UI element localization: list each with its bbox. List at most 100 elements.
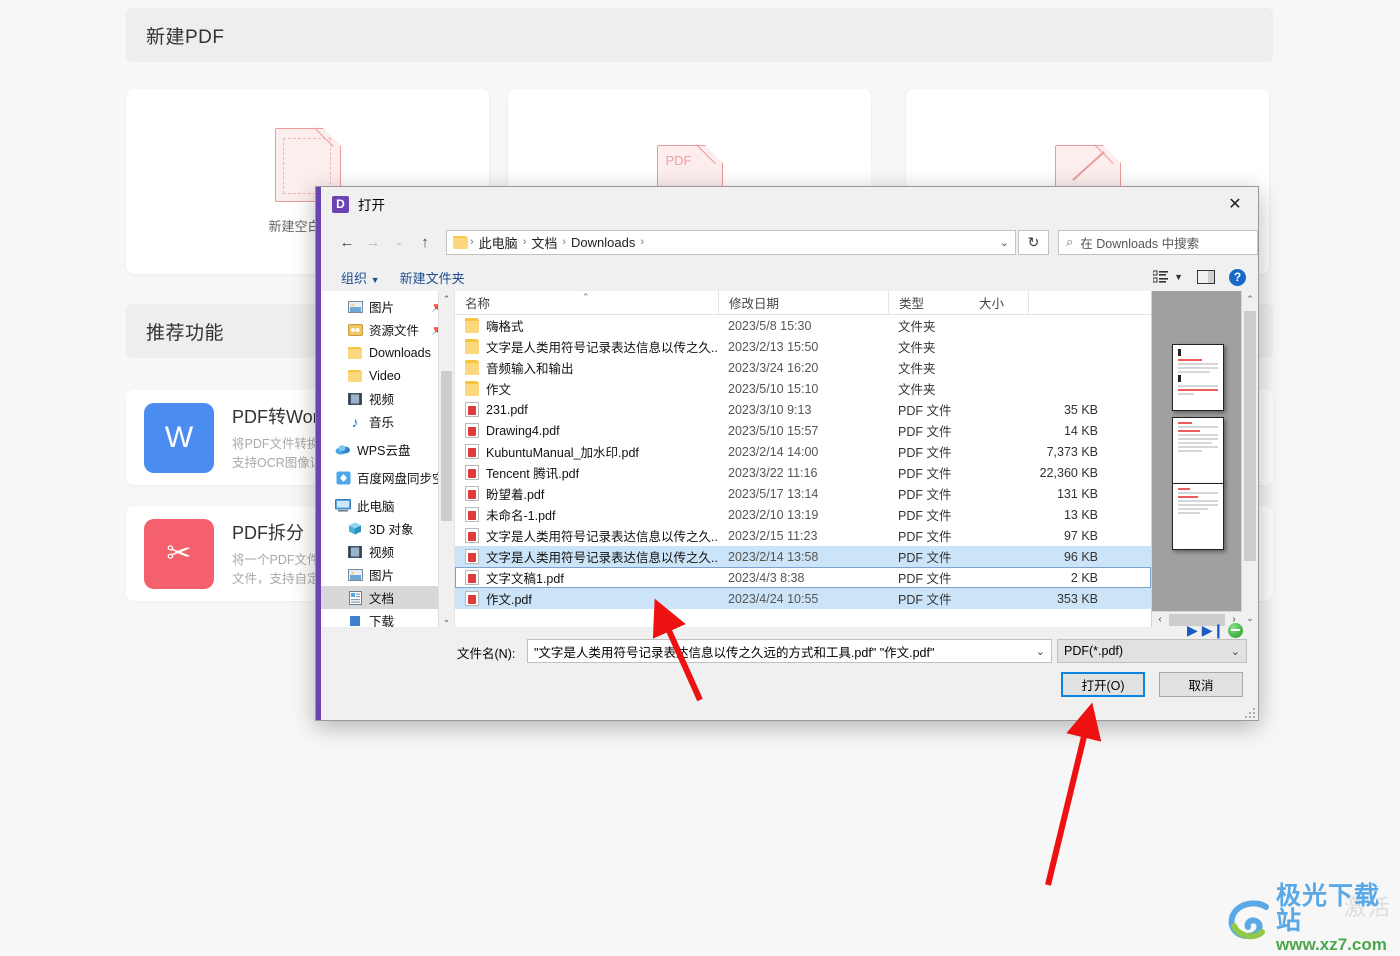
- arrow-left-icon[interactable]: ←: [334, 229, 360, 255]
- tree-item-videos-pc[interactable]: 视频: [321, 540, 454, 563]
- resource-folder-icon: [347, 322, 363, 338]
- file-date: 2023/5/10 15:57: [718, 424, 888, 438]
- preview-thumbnail[interactable]: [1172, 483, 1224, 550]
- chevron-left-icon[interactable]: ‹: [1152, 614, 1168, 625]
- search-input[interactable]: ⌕ 在 Downloads 中搜索: [1058, 230, 1258, 255]
- file-date: 2023/4/3 8:38: [718, 571, 888, 585]
- table-row[interactable]: 文字文稿1.pdf2023/4/3 8:38PDF 文件2 KB: [455, 567, 1151, 588]
- preview-pane-icon[interactable]: [1197, 270, 1215, 284]
- cancel-button[interactable]: 取消: [1159, 672, 1243, 697]
- refresh-icon[interactable]: ↻: [1018, 230, 1049, 255]
- table-row[interactable]: 文字是人类用符号记录表达信息以传之久...2023/2/13 15:50文件夹: [455, 336, 1151, 357]
- help-icon[interactable]: ?: [1229, 269, 1246, 286]
- file-size: 22,360 KB: [1028, 466, 1108, 480]
- scrollbar-thumb[interactable]: [1244, 311, 1256, 561]
- new-folder-button[interactable]: 新建文件夹: [400, 268, 465, 287]
- file-date: 2023/2/13 15:50: [718, 340, 888, 354]
- table-row[interactable]: KubuntuManual_加水印.pdf2023/2/14 14:00PDF …: [455, 441, 1151, 462]
- chevron-up-icon[interactable]: ⌃: [439, 291, 454, 307]
- tree-scrollbar[interactable]: ⌃ ⌄: [438, 291, 454, 627]
- file-name: 文字是人类用符号记录表达信息以传之久...: [486, 547, 718, 566]
- resize-grip[interactable]: [1243, 706, 1255, 718]
- scrollbar-thumb[interactable]: [441, 371, 452, 521]
- table-row[interactable]: 文字是人类用符号记录表达信息以传之久...2023/2/15 11:23PDF …: [455, 525, 1151, 546]
- table-row[interactable]: 盼望着.pdf2023/5/17 13:14PDF 文件131 KB: [455, 483, 1151, 504]
- breadcrumb-item-2[interactable]: Downloads: [566, 235, 640, 250]
- tree-item-label: Video: [369, 369, 401, 383]
- organize-menu[interactable]: 组织 ▼: [341, 268, 380, 287]
- search-placeholder: 在 Downloads 中搜索: [1080, 233, 1199, 252]
- arrow-right-icon[interactable]: →: [360, 229, 386, 255]
- file-name: 盼望着.pdf: [486, 484, 544, 503]
- folder-icon: [465, 318, 479, 333]
- cloud-icon: [335, 442, 351, 458]
- table-row[interactable]: 音频输入和输出2023/3/24 16:20文件夹: [455, 357, 1151, 378]
- table-row[interactable]: 嗨格式2023/5/8 15:30文件夹: [455, 315, 1151, 336]
- folder-icon: [347, 345, 363, 361]
- tree-item-video-folder[interactable]: Video: [321, 364, 454, 387]
- preview-thumbnail[interactable]: [1172, 344, 1224, 411]
- folder-icon: [465, 360, 479, 375]
- table-row[interactable]: 文字是人类用符号记录表达信息以传之久...2023/2/14 13:58PDF …: [455, 546, 1151, 567]
- tree-item-3d-objects[interactable]: 3D 对象: [321, 517, 454, 540]
- pdf-to-word-icon: W: [144, 403, 214, 473]
- filetype-select[interactable]: PDF(*.pdf) ⌄: [1057, 639, 1247, 663]
- table-row[interactable]: 作文.pdf2023/4/24 10:55PDF 文件353 KB: [455, 588, 1151, 609]
- file-date: 2023/4/24 10:55: [718, 592, 888, 606]
- chevron-down-icon[interactable]: ⌄: [1036, 645, 1045, 658]
- next-track-icon[interactable]: ▶❙: [1202, 622, 1225, 639]
- table-row[interactable]: 231.pdf2023/3/10 9:13PDF 文件35 KB: [455, 399, 1151, 420]
- breadcrumb-item-1[interactable]: 文档: [526, 233, 562, 252]
- tree-item-wps-cloud[interactable]: WPS云盘: [321, 438, 454, 461]
- breadcrumb[interactable]: › 此电脑 › 文档 › Downloads › ⌄: [446, 230, 1016, 255]
- file-date: 2023/2/14 14:00: [718, 445, 888, 459]
- chevron-up-icon[interactable]: ⌃: [1242, 291, 1258, 308]
- tree-item-videos[interactable]: 视频: [321, 387, 454, 410]
- tree-item-downloads-quick[interactable]: Downloads: [321, 341, 454, 364]
- file-name: Tencent 腾讯.pdf: [486, 463, 579, 482]
- tree-item-baidu-netdisk[interactable]: 百度网盘同步空间: [321, 466, 454, 489]
- file-name: 音频输入和输出: [486, 358, 574, 377]
- tree-item-label: 图片: [369, 565, 394, 584]
- arrow-up-icon[interactable]: ↑: [412, 229, 438, 255]
- column-header-date[interactable]: 修改日期: [718, 291, 888, 314]
- folder-icon: [347, 368, 363, 384]
- preview-thumbnail[interactable]: [1172, 417, 1224, 484]
- table-row[interactable]: 作文2023/5/10 15:10文件夹: [455, 378, 1151, 399]
- tree-item-pictures-quick[interactable]: 图片 📌: [321, 295, 454, 318]
- view-list-icon[interactable]: [1153, 270, 1169, 284]
- open-button[interactable]: 打开(O): [1061, 672, 1145, 697]
- filename-label: 文件名(N):: [457, 643, 515, 662]
- tree-item-this-pc[interactable]: 此电脑: [321, 494, 454, 517]
- close-icon[interactable]: ✕: [1212, 187, 1258, 221]
- chevron-down-icon[interactable]: ⌄: [386, 229, 412, 255]
- folder-icon: [465, 381, 479, 396]
- play-icon[interactable]: ▶: [1187, 622, 1198, 639]
- tree-item-pictures-pc[interactable]: 图片: [321, 563, 454, 586]
- tree-item-resource-files[interactable]: 资源文件 📌: [321, 318, 454, 341]
- table-row[interactable]: Drawing4.pdf2023/5/10 15:57PDF 文件14 KB: [455, 420, 1151, 441]
- help-label: ?: [1229, 269, 1246, 286]
- file-name: 文字文稿1.pdf: [486, 568, 564, 587]
- pdf-file-icon: [465, 570, 479, 585]
- watermark-site-name: 极光下载站: [1276, 884, 1394, 934]
- table-row[interactable]: 未命名-1.pdf2023/2/10 13:19PDF 文件13 KB: [455, 504, 1151, 525]
- section-header-new-pdf: 新建PDF: [126, 8, 1273, 62]
- chevron-down-icon[interactable]: ▼: [1174, 272, 1183, 282]
- stop-icon[interactable]: [1228, 623, 1243, 638]
- column-header-type[interactable]: 类型: [888, 291, 1028, 314]
- table-row[interactable]: Tencent 腾讯.pdf2023/3/22 11:16PDF 文件22,36…: [455, 462, 1151, 483]
- breadcrumb-item-0[interactable]: 此电脑: [474, 233, 523, 252]
- tree-item-documents[interactable]: 文档: [321, 586, 454, 609]
- column-header-name[interactable]: 名称 ⌃: [455, 291, 718, 314]
- column-header-size[interactable]: 大小: [1028, 291, 1108, 314]
- preview-scrollbar[interactable]: ⌃ ⌄: [1241, 291, 1258, 627]
- chevron-down-icon[interactable]: ⌄: [1000, 236, 1009, 249]
- music-icon: ♪: [347, 414, 363, 430]
- filename-input[interactable]: "文字是人类用符号记录表达信息以传之久远的方式和工具.pdf" "作文.pdf"…: [527, 639, 1052, 663]
- tree-item-music[interactable]: ♪ 音乐: [321, 410, 454, 433]
- chevron-down-icon[interactable]: ⌄: [439, 611, 454, 627]
- folder-icon: [465, 339, 479, 354]
- file-size: 35 KB: [1028, 403, 1108, 417]
- tree-item-downloads-pc[interactable]: 下载: [321, 609, 454, 627]
